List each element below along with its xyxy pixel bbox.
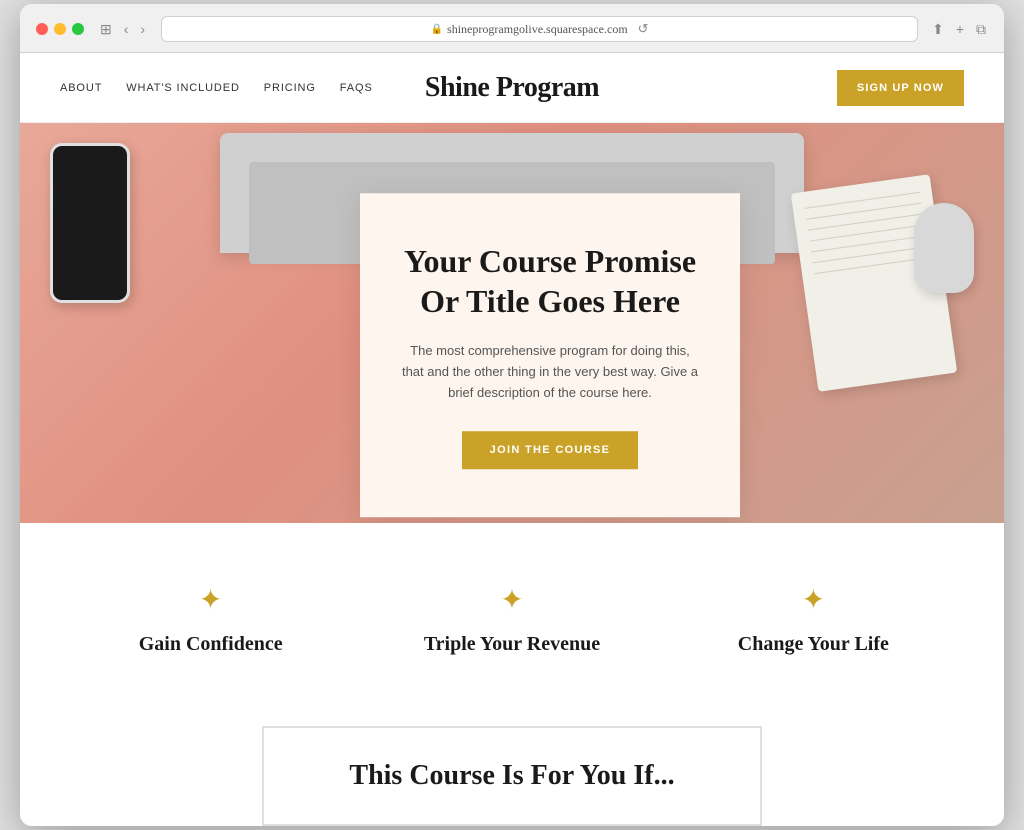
navbar: ABOUT WHAT'S INCLUDED PRICING FAQS Shine… [20,53,1004,123]
feature-gain-confidence: ✦ Gain Confidence [81,583,341,656]
feature-change-life: ✦ Change Your Life [683,583,943,656]
close-button[interactable] [36,23,48,35]
nav-pricing[interactable]: PRICING [264,82,316,94]
address-bar[interactable]: 🔒 shineprogramgolive.squarespace.com ↺ [161,16,918,42]
feature-title-3: Change Your Life [683,633,943,656]
nav-whats-included[interactable]: WHAT'S INCLUDED [126,82,240,94]
browser-chrome: ⊞ ‹ › 🔒 shineprogramgolive.squarespace.c… [20,4,1004,53]
browser-controls: ⊞ ‹ › [96,19,149,40]
traffic-lights [36,23,84,35]
course-card: This Course Is For You If... [262,726,762,826]
sidebar-toggle-button[interactable]: ⊞ [96,19,116,40]
browser-window: ⊞ ‹ › 🔒 shineprogramgolive.squarespace.c… [20,4,1004,826]
new-tab-button[interactable]: + [954,19,966,39]
feature-title-1: Gain Confidence [81,633,341,656]
tabs-button[interactable]: ⧉ [974,19,988,40]
nav-links: ABOUT WHAT'S INCLUDED PRICING FAQS [60,82,373,94]
reload-icon[interactable]: ↺ [638,21,649,37]
nav-faqs[interactable]: FAQS [340,82,373,94]
hero-section: Your Course Promise Or Title Goes Here T… [20,123,1004,523]
star-icon-3: ✦ [683,583,943,617]
hero-card-title: Your Course Promise Or Title Goes Here [400,241,700,321]
hero-phone-decoration [50,143,130,303]
forward-button[interactable]: › [136,19,149,39]
notebook-line [805,192,920,209]
course-section: This Course Is For You If... [20,696,1004,826]
hero-mouse-decoration [914,203,974,293]
back-button[interactable]: ‹ [120,19,133,39]
signup-button[interactable]: SIGN UP NOW [837,70,964,106]
course-card-title: This Course Is For You If... [304,760,720,792]
hero-card-description: The most comprehensive program for doing… [400,341,700,403]
maximize-button[interactable] [72,23,84,35]
star-icon-1: ✦ [81,583,341,617]
hero-card: Your Course Promise Or Title Goes Here T… [360,193,740,517]
minimize-button[interactable] [54,23,66,35]
phone-screen [53,146,127,300]
url-text: shineprogramgolive.squarespace.com [447,22,628,37]
star-icon-2: ✦ [382,583,642,617]
feature-triple-revenue: ✦ Triple Your Revenue [382,583,642,656]
nav-about[interactable]: ABOUT [60,82,102,94]
lock-icon: 🔒 [431,24,443,35]
features-section: ✦ Gain Confidence ✦ Triple Your Revenue … [20,523,1004,696]
page-content: ABOUT WHAT'S INCLUDED PRICING FAQS Shine… [20,53,1004,826]
site-brand[interactable]: Shine Program [425,72,599,104]
join-course-button[interactable]: JOIN THE COURSE [462,432,639,470]
browser-actions: ⬆ + ⧉ [930,19,988,40]
feature-title-2: Triple Your Revenue [382,633,642,656]
share-button[interactable]: ⬆ [930,19,946,40]
